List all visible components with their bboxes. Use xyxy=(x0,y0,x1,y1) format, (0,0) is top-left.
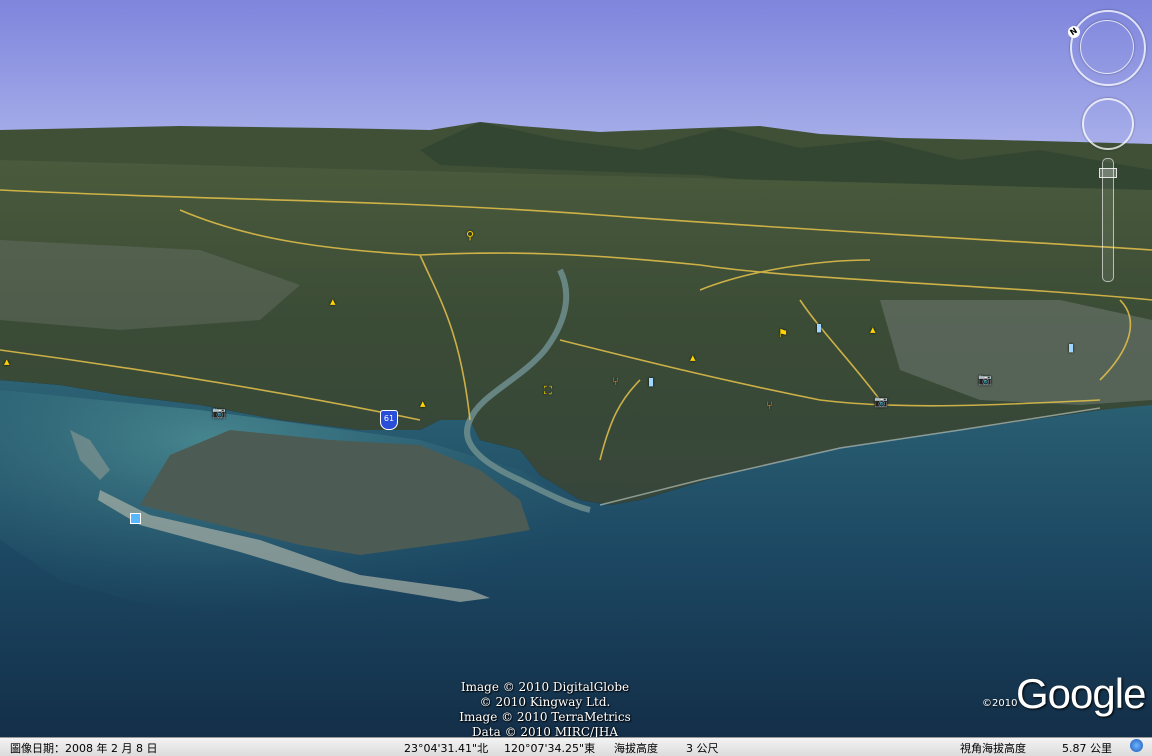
longitude-readout: 120°07'34.25"東 xyxy=(504,742,596,755)
lodging-icon[interactable]: ▮ xyxy=(1068,342,1074,353)
info-icon[interactable] xyxy=(130,513,141,524)
image-date: 圖像日期：2008 年 2 月 8 日 xyxy=(10,742,158,755)
look-ring-inner xyxy=(1080,20,1134,74)
status-bar: 圖像日期：2008 年 2 月 8 日 23°04'31.41"北 120°07… xyxy=(0,737,1152,756)
logo-copyright: ©2010 xyxy=(982,698,1018,709)
credit-line: © 2010 Kingway Ltd. xyxy=(479,695,611,709)
landmark-icon[interactable]: ▴ xyxy=(870,324,876,335)
elevation-label: 海拔高度 xyxy=(614,742,658,755)
logo-wordmark: Google xyxy=(1016,670,1146,717)
eye-altitude-value: 5.87 公里 xyxy=(1062,742,1112,755)
navigation-controls[interactable]: N xyxy=(1065,8,1148,282)
restaurant-icon[interactable]: ⑂ xyxy=(612,376,619,387)
credit-line: Image © 2010 TerraMetrics xyxy=(459,710,631,724)
earth-viewport[interactable]: 📷 📷 📷 ⚲ ⑂ ⑂ ⛶ ▮ ▮ ▮ ▴ ▴ ▴ ▴ ▴ ⚑ 61 N Ima… xyxy=(0,0,1152,756)
landmark-icon[interactable]: ⛶ xyxy=(544,385,552,396)
placemark-icon[interactable]: ⚲ xyxy=(466,230,474,241)
elevation-value: 3 公尺 xyxy=(686,742,719,755)
restaurant-icon[interactable]: ⑂ xyxy=(766,400,773,411)
landmark-icon[interactable]: ▴ xyxy=(4,356,10,367)
streaming-indicator-icon xyxy=(1130,739,1143,752)
camera-icon[interactable]: 📷 xyxy=(978,374,992,385)
eye-altitude-label: 視角海拔高度 xyxy=(960,742,1026,755)
landmark-icon[interactable]: ▴ xyxy=(420,398,426,409)
landmark-icon[interactable]: ▴ xyxy=(690,352,696,363)
latitude-readout: 23°04'31.41"北 xyxy=(404,742,489,755)
camera-icon[interactable]: 📷 xyxy=(874,396,888,407)
imagery-credits: Image © 2010 DigitalGlobe © 2010 Kingway… xyxy=(450,680,640,740)
credit-line: Image © 2010 DigitalGlobe xyxy=(460,680,630,694)
lodging-icon[interactable]: ▮ xyxy=(648,376,654,387)
lodging-icon[interactable]: ▮ xyxy=(816,322,822,333)
flag-icon[interactable]: ⚑ xyxy=(778,328,788,339)
camera-icon[interactable]: 📷 xyxy=(212,407,226,418)
zoom-slider-thumb[interactable] xyxy=(1099,168,1117,178)
move-ring-icon[interactable] xyxy=(1082,98,1134,150)
highway-shield-icon[interactable]: 61 xyxy=(380,410,398,430)
landmark-icon[interactable]: ▴ xyxy=(330,296,336,307)
